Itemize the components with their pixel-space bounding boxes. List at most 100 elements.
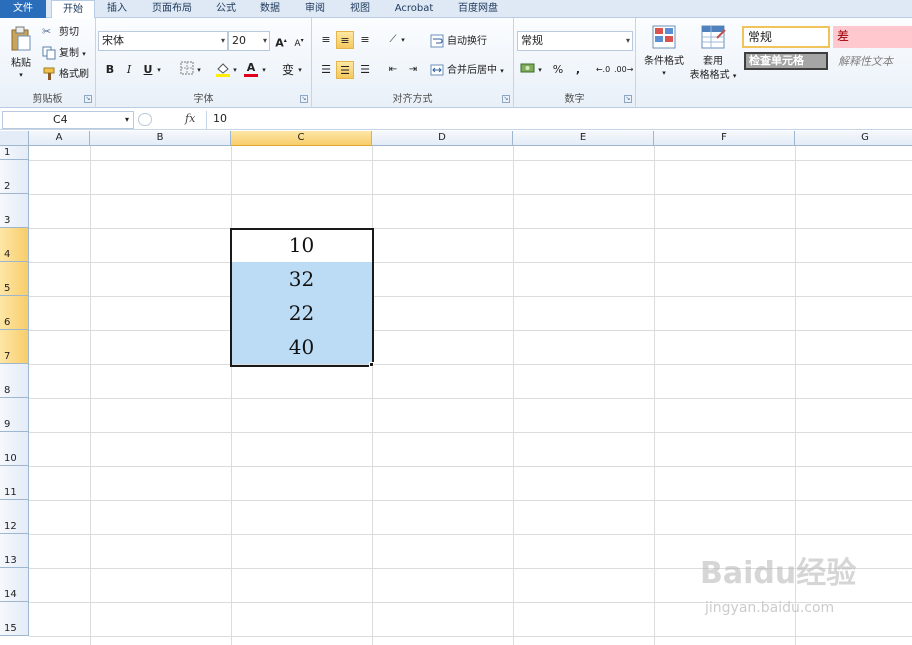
italic-button[interactable]: I [120, 61, 138, 79]
row-header-2[interactable]: 2 [0, 160, 29, 194]
column-header-d[interactable]: D [372, 131, 513, 146]
comma-button[interactable]: , [569, 61, 587, 79]
phonetic-dropdown-icon[interactable]: ▾ [295, 61, 305, 79]
merge-center-button[interactable]: 合并后居中 ▾ [430, 63, 504, 78]
font-size-combo[interactable]: 20 ▾ [228, 31, 270, 51]
orientation-dropdown-icon[interactable]: ▾ [398, 31, 408, 49]
fill-color-dropdown-icon[interactable]: ▾ [230, 61, 240, 79]
formula-input[interactable]: 10 [206, 111, 910, 129]
decrease-indent-icon[interactable]: ⇤ [384, 61, 402, 79]
tab-acrobat[interactable]: Acrobat [388, 0, 440, 18]
increase-indent-icon[interactable]: ⇥ [404, 61, 422, 79]
row-header-12[interactable]: 12 [0, 500, 29, 534]
cut-button[interactable]: ✂ 剪切 [42, 25, 79, 40]
alignment-launcher-icon[interactable]: ↘ [502, 95, 510, 103]
tab-review[interactable]: 审阅 [298, 0, 332, 18]
font-group: 宋体 ▾ 20 ▾ A▴ A▾ B I U ▾ ▾ ▾ A ▾ 变 ▾ 字体 ↘ [96, 18, 312, 108]
font-color-dropdown-icon[interactable]: ▾ [259, 61, 269, 79]
merge-dropdown-icon[interactable]: ▾ [500, 67, 504, 75]
align-middle-icon[interactable]: ≡ [336, 31, 354, 49]
column-header-e[interactable]: E [513, 131, 654, 146]
style-explanatory[interactable]: 解释性文本 [836, 53, 912, 71]
ribbon-tab-strip: 文件 开始 插入 页面布局 公式 数据 审阅 视图 Acrobat 百度网盘 [0, 0, 912, 19]
fill-handle[interactable] [369, 362, 374, 367]
underline-dropdown-icon[interactable]: ▾ [154, 61, 164, 79]
grow-font-icon[interactable]: A▴ [272, 32, 290, 50]
column-header-f[interactable]: F [654, 131, 795, 146]
align-right-icon[interactable]: ☰ [356, 61, 374, 79]
gridline [654, 146, 655, 645]
conditional-format-button[interactable]: 条件格式 ▾ [640, 24, 688, 77]
row-header-10[interactable]: 10 [0, 432, 29, 466]
conditional-format-dropdown-icon[interactable]: ▾ [640, 69, 688, 77]
format-painter-button[interactable]: 格式刷 [42, 67, 89, 82]
wrap-text-button[interactable]: 自动换行 [430, 34, 487, 49]
align-bottom-icon[interactable]: ≡ [356, 31, 374, 49]
align-left-icon[interactable]: ☰ [317, 61, 335, 79]
row-header-9[interactable]: 9 [0, 398, 29, 432]
increase-decimal-icon[interactable]: ←.0 [594, 61, 612, 79]
row-header-14[interactable]: 14 [0, 568, 29, 602]
clipboard-launcher-icon[interactable]: ↘ [84, 95, 92, 103]
row-header-15[interactable]: 15 [0, 602, 29, 636]
number-format-combo[interactable]: 常规 ▾ [517, 31, 633, 51]
format-as-table-dropdown-icon[interactable]: ▾ [733, 72, 737, 80]
row-header-6[interactable]: 6 [0, 296, 29, 330]
tab-insert[interactable]: 插入 [100, 0, 134, 18]
tab-data[interactable]: 数据 [253, 0, 287, 18]
watermark-url: jingyan.baidu.com [705, 600, 835, 616]
copy-button[interactable]: 复制 ▾ [42, 46, 86, 61]
gridline [29, 364, 912, 365]
formula-bar-resize-handle[interactable] [138, 113, 152, 126]
percent-button[interactable]: % [549, 61, 567, 79]
row-header-7[interactable]: 7 [0, 330, 29, 364]
tab-file[interactable]: 文件 [0, 0, 46, 18]
shrink-font-icon[interactable]: A▾ [290, 32, 308, 50]
column-header-b[interactable]: B [90, 131, 231, 146]
row-header-11[interactable]: 11 [0, 466, 29, 500]
column-header-a[interactable]: A [29, 131, 90, 146]
style-normal[interactable]: 常规 [742, 26, 830, 48]
font-name-combo[interactable]: 宋体 ▾ [98, 31, 228, 51]
paste-dropdown-icon[interactable]: ▾ [6, 71, 36, 79]
gridline [29, 432, 912, 433]
row-header-13[interactable]: 13 [0, 534, 29, 568]
conditional-format-icon [652, 25, 676, 49]
format-as-table-button[interactable]: 套用 表格格式 ▾ [688, 24, 738, 83]
select-all-corner[interactable] [0, 131, 29, 146]
row-header-5[interactable]: 5 [0, 262, 29, 296]
currency-icon [520, 63, 535, 73]
number-launcher-icon[interactable]: ↘ [624, 95, 632, 103]
style-check-cell[interactable]: 检查单元格 [744, 52, 828, 70]
currency-dropdown-icon[interactable]: ▾ [535, 61, 545, 79]
phonetic-glyph: 变 [281, 63, 294, 77]
row-header-8[interactable]: 8 [0, 364, 29, 398]
row-header-3[interactable]: 3 [0, 194, 29, 228]
name-box[interactable]: C4 ▾ [2, 111, 134, 129]
tab-home[interactable]: 开始 [51, 0, 95, 19]
decrease-decimal-icon[interactable]: .00→ [614, 61, 633, 79]
insert-function-icon[interactable]: fx [185, 112, 195, 125]
align-top-icon[interactable]: ≡ [317, 31, 335, 49]
format-as-table-icon [701, 25, 726, 49]
chevron-down-icon: ▾ [625, 36, 630, 45]
paste-label: 粘贴 [11, 58, 31, 69]
tab-view[interactable]: 视图 [343, 0, 377, 18]
tab-baidu-netdisk[interactable]: 百度网盘 [452, 0, 504, 18]
row-header-1[interactable]: 1 [0, 146, 29, 160]
name-box-dropdown-icon[interactable]: ▾ [125, 112, 129, 128]
style-bad[interactable]: 差 [833, 26, 912, 48]
tab-page-layout[interactable]: 页面布局 [145, 0, 199, 18]
font-color-button[interactable]: A [242, 59, 260, 77]
column-header-g[interactable]: G [795, 131, 912, 146]
bold-button[interactable]: B [101, 61, 119, 79]
row-header-4[interactable]: 4 [0, 228, 29, 262]
border-dropdown-icon[interactable]: ▾ [194, 61, 204, 79]
paste-button[interactable]: 粘贴 ▾ [6, 26, 36, 79]
column-header-c[interactable]: C [231, 131, 372, 146]
tab-formulas[interactable]: 公式 [210, 0, 242, 18]
font-launcher-icon[interactable]: ↘ [300, 95, 308, 103]
align-center-icon[interactable]: ☰ [336, 61, 354, 79]
gridline [29, 466, 912, 467]
merge-center-label: 合并后居中 [447, 65, 497, 76]
